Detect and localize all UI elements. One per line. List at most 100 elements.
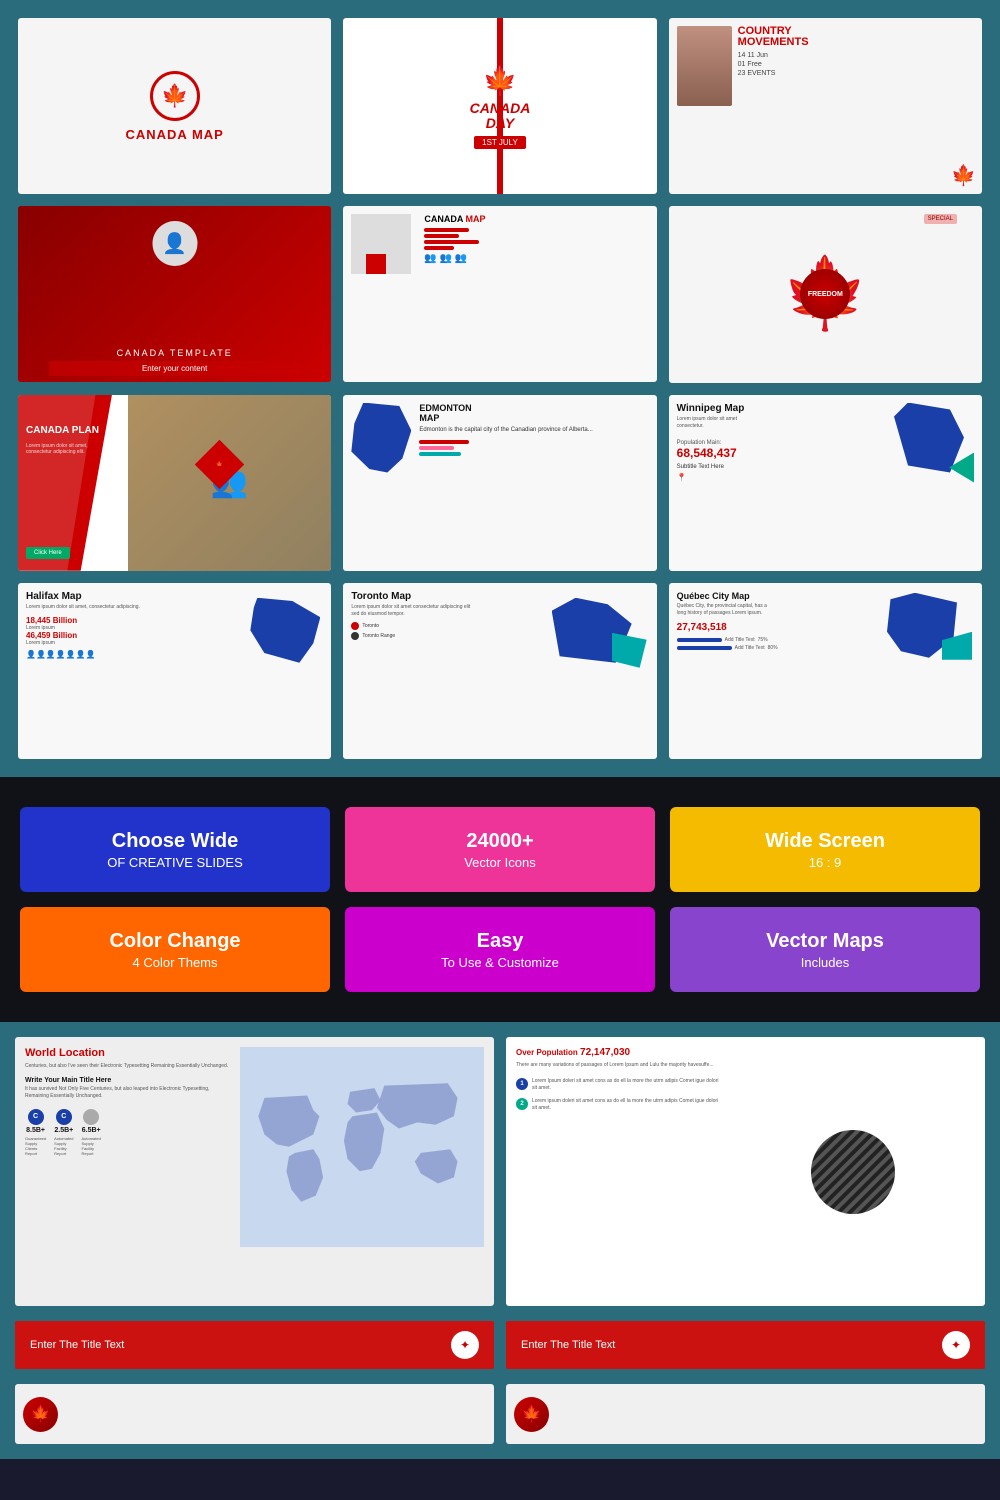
pop-item-2-num: 2 xyxy=(516,1098,528,1110)
feature-easy-sub: To Use & Customize xyxy=(441,955,559,970)
plan-title: CANADA PLAN xyxy=(26,425,99,436)
world-right-col xyxy=(240,1047,484,1296)
world-desc: Centuries, but also I've seen their Elec… xyxy=(25,1063,232,1071)
stats-row: C 8.5B+ GuaranteedSupplyClientsReport C … xyxy=(25,1109,232,1156)
slide-3: COUNTRY MOVEMENTS 14 11 Jun 01 Free 23 E… xyxy=(669,18,982,194)
feature-choose-wide-main: Choose Wide xyxy=(112,830,239,852)
quebec-map-shape xyxy=(887,593,977,668)
pop-item-1: 1 Lorem Ipsum doleri sit amet cons as do… xyxy=(516,1078,723,1093)
edmonton-bars xyxy=(419,440,648,456)
feature-choose-wide-sub: OF CREATIVE SLIDES xyxy=(107,855,243,870)
plan-subtitle: Lorem ipsum dolor sit amet, consectetur … xyxy=(26,443,96,455)
circle-logo-right: 🍁 xyxy=(514,1397,549,1432)
date-badge: 1ST JULY xyxy=(474,136,526,149)
person-photo xyxy=(677,26,732,106)
toronto-desc: Lorem ipsum dolor sit amet consectetur a… xyxy=(351,604,471,618)
slide-9: Winnipeg Map Lorem ipsum dolor sit amet … xyxy=(669,395,982,571)
hfx-shape xyxy=(250,598,320,663)
slide-2: 🍁 CANADA DAY 1ST JULY xyxy=(343,18,656,194)
feature-vector-icons-sub: Vector Icons xyxy=(464,855,536,870)
stat-lines xyxy=(424,228,648,250)
qbc-bar-2 xyxy=(677,646,732,650)
more-desc: It has survived Not Only Five Centuries,… xyxy=(25,1086,232,1101)
canada-day-text: CANADA DAY xyxy=(470,101,531,132)
pop-left-col: Over Population 72,147,030 There are man… xyxy=(516,1047,723,1296)
stat-circle-3 xyxy=(83,1109,99,1125)
circle-logo-left: 🍁 xyxy=(23,1397,58,1432)
slide-6: 🍁 SPECIAL FREEDOM xyxy=(669,206,982,382)
spiral-container xyxy=(808,1127,898,1217)
canada-map-shape xyxy=(351,214,416,279)
special-badge: SPECIAL xyxy=(924,214,957,224)
pop-title: Over Population 72,147,030 xyxy=(516,1047,723,1058)
stat-3: 6.5B+ AutomatedSupplyFacilityReport xyxy=(82,1109,101,1156)
bottom-slide-left: 🍁 xyxy=(15,1384,494,1444)
toronto-dot-2 xyxy=(351,632,359,640)
pop-items: 1 Lorem Ipsum doleri sit amet cons as do… xyxy=(516,1078,723,1113)
world-map-svg xyxy=(240,1047,484,1247)
pop-item-1-num: 1 xyxy=(516,1078,528,1090)
winnipeg-map-shape xyxy=(894,403,974,483)
features-grid: Choose Wide OF CREATIVE SLIDES 24000+ Ve… xyxy=(20,807,980,992)
pop-item-1-text: Lorem Ipsum doleri sit amet cons as do e… xyxy=(532,1078,723,1093)
footer-bar-right-text: Enter The Title Text xyxy=(521,1339,615,1351)
quebec-desc: Québec City, the provincial capital, has… xyxy=(677,603,777,617)
preview-section: World Location Centuries, but also I've … xyxy=(0,1022,1000,1321)
qbc-bar-1-label: Add Title Text xyxy=(725,637,755,643)
slide-1-title: CANADA MAP xyxy=(125,127,223,142)
world-title: World Location xyxy=(25,1047,232,1059)
slide5-title: CANADA MAP xyxy=(424,214,648,224)
preview-population: Over Population 72,147,030 There are man… xyxy=(506,1037,985,1306)
toronto-dot xyxy=(351,622,359,630)
qbc-bar-1 xyxy=(677,638,722,642)
footer-bar-left-text: Enter The Title Text xyxy=(30,1339,124,1351)
stat-num-1: 8.5B+ xyxy=(26,1127,45,1134)
preview-world-location: World Location Centuries, but also I've … xyxy=(15,1037,494,1306)
people-photo: 👥 xyxy=(128,395,332,571)
edmonton-map-shape xyxy=(351,403,411,473)
feature-color-change-main: Color Change xyxy=(109,930,240,952)
freedom-text: FREEDOM xyxy=(808,291,843,298)
feature-vector-maps-main: Vector Maps xyxy=(766,930,884,952)
world-map-bg xyxy=(240,1047,484,1247)
slide-1: 🍁 CANADA MAP xyxy=(18,18,331,194)
enter-box: Enter your content xyxy=(49,361,300,376)
qbc-bar-1-val: 75% xyxy=(758,637,768,643)
qbc-bar-2-val: 80% xyxy=(768,645,778,651)
slide-8: EDMONTON MAP Edmonton is the capital cit… xyxy=(343,395,656,571)
slide5-info: CANADA MAP 👥 👥 👥 xyxy=(420,214,648,264)
bottom-slide-right: 🍁 xyxy=(506,1384,985,1444)
toronto-map-shape xyxy=(552,593,652,673)
pop-item-2-text: Lorem ipsum doleri sit amet cons as do e… xyxy=(532,1098,723,1113)
country-subtitle: MOVEMENTS xyxy=(738,37,974,48)
stat-circle-1: C xyxy=(28,1109,44,1125)
slide-12: Québec City Map Québec City, the provinc… xyxy=(669,583,982,759)
plan-button[interactable]: Click Here xyxy=(26,547,70,559)
slide-grid: 🍁 CANADA MAP 🍁 CANADA DAY 1ST JULY COUNT… xyxy=(0,0,1000,777)
write-title: Write Your Main Title Here xyxy=(25,1077,232,1084)
slide-10: Halifax Map Lorem ipsum dolor sit amet, … xyxy=(18,583,331,759)
pop-item-2: 2 Lorem ipsum doleri sit amet cons as do… xyxy=(516,1098,723,1113)
stat-sub-1: GuaranteedSupplyClientsReport xyxy=(25,1136,46,1156)
canada-star-right: ✦ xyxy=(942,1331,970,1359)
feature-vector-maps-sub: Includes xyxy=(801,955,849,970)
feature-choose-wide: Choose Wide OF CREATIVE SLIDES xyxy=(20,807,330,892)
footer-bar-left: Enter The Title Text ✦ xyxy=(15,1321,494,1369)
halifax-map-shape xyxy=(250,598,325,668)
feature-vector-maps: Vector Maps Includes xyxy=(670,907,980,992)
stat-circle-2: C xyxy=(56,1109,72,1125)
canada-star-left: ✦ xyxy=(451,1331,479,1359)
pop-right-col xyxy=(731,1047,975,1296)
stat-num-2: 2.5B+ xyxy=(54,1127,73,1134)
features-section: Choose Wide OF CREATIVE SLIDES 24000+ Ve… xyxy=(0,777,1000,1022)
bottom-slides: 🍁 🍁 xyxy=(0,1384,1000,1459)
qbc-bar-2-label: Add Title Text xyxy=(735,645,765,651)
people-icons: 👥 👥 👥 xyxy=(424,253,648,264)
toronto-teal-shape xyxy=(612,633,647,668)
edmonton-desc: Edmonton is the capital city of the Cana… xyxy=(419,426,648,434)
toronto-range-label: Toronto Range xyxy=(362,633,395,639)
wpg-main-shape xyxy=(894,403,964,473)
feature-color-change: Color Change 4 Color Thems xyxy=(20,907,330,992)
slide-4: 👤 CANADA TEMPLATE Enter your content xyxy=(18,206,331,382)
footer-bars: Enter The Title Text ✦ Enter The Title T… xyxy=(0,1321,1000,1384)
